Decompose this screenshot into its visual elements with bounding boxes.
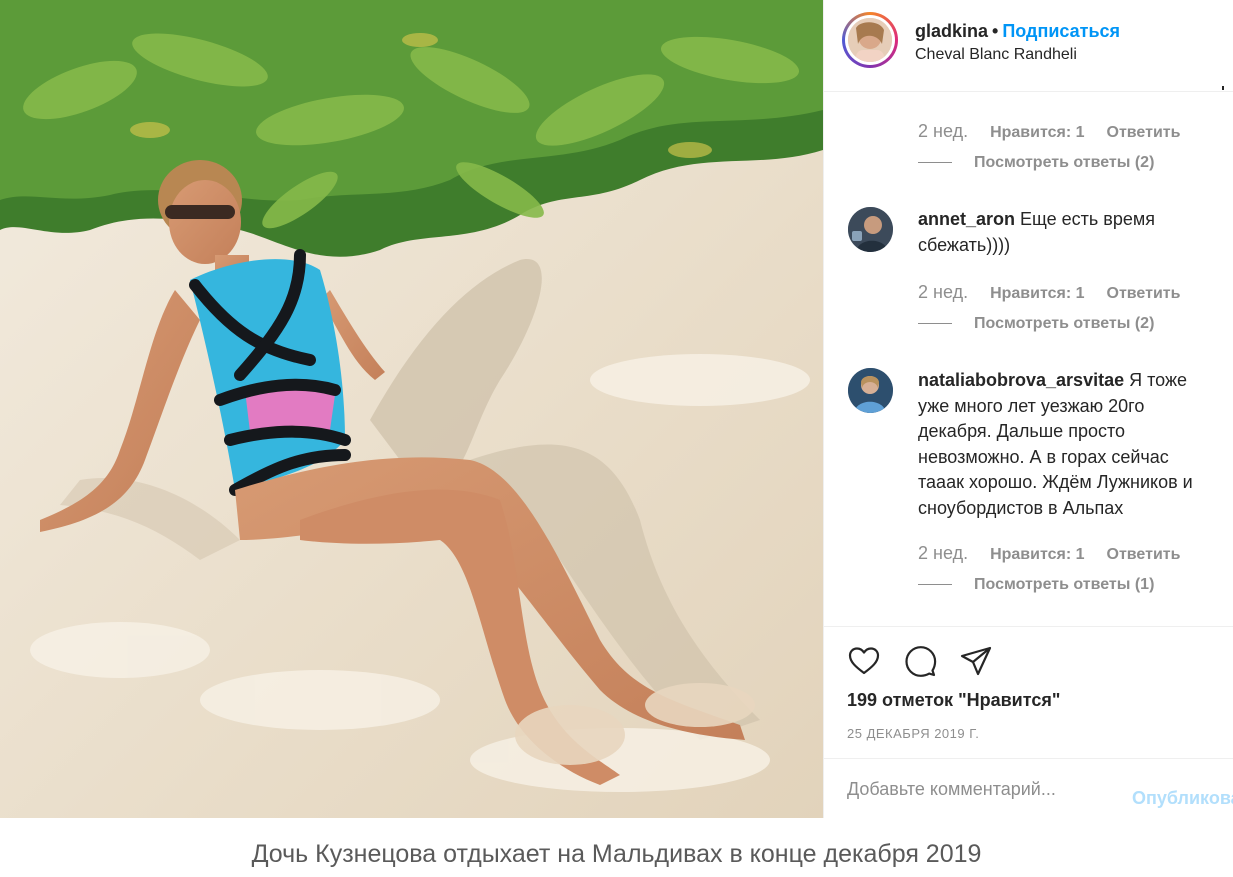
- view-replies-label: Посмотреть ответы (2): [974, 315, 1155, 332]
- comment-text-block: nataliabobrova_arsvitae Я тоже уже много …: [918, 368, 1218, 521]
- header-separator: •: [992, 21, 999, 41]
- share-button[interactable]: [958, 643, 994, 679]
- share-icon: [960, 646, 992, 676]
- post-date[interactable]: 25 ДЕКАБРЯ 2019 Г.: [847, 726, 979, 741]
- post-photo[interactable]: [0, 0, 823, 818]
- commenter-username[interactable]: nataliabobrova_arsvitae: [918, 370, 1124, 390]
- like-button[interactable]: [846, 643, 882, 679]
- more-options-icon[interactable]: [1220, 80, 1226, 90]
- heart-icon: [848, 647, 880, 675]
- author-avatar[interactable]: [842, 12, 898, 68]
- likes-count[interactable]: 199 отметок "Нравится": [847, 690, 1060, 711]
- comment-meta: 2 нед. Нравится: 1 Ответить: [918, 121, 1202, 142]
- comment-likes[interactable]: Нравится: 1: [990, 124, 1084, 142]
- view-replies-button[interactable]: Посмотреть ответы (2): [918, 154, 1154, 172]
- comment-icon: [905, 646, 937, 677]
- view-replies-label: Посмотреть ответы (1): [974, 576, 1155, 593]
- commenter-avatar-image: [848, 368, 893, 413]
- commenter-avatar-image: [848, 207, 893, 252]
- view-replies-label: Посмотреть ответы (2): [974, 154, 1155, 171]
- publish-button[interactable]: Опубликовать: [1132, 788, 1233, 809]
- comment-likes[interactable]: Нравится: 1: [990, 285, 1084, 303]
- comment-meta: 2 нед. Нравится: 1 Ответить: [918, 282, 1202, 303]
- author-username[interactable]: gladkina: [915, 21, 988, 41]
- comment-body: Я тоже уже много лет уезжаю 20го декабря…: [918, 370, 1193, 518]
- replies-dash: [918, 162, 952, 164]
- commenter-avatar[interactable]: [848, 368, 893, 413]
- comment-time: 2 нед.: [918, 121, 969, 141]
- post-sidebar: gladkina • Подписаться Cheval Blanc Randhe…: [823, 0, 1233, 818]
- comment-meta: 2 нед. Нравится: 1 Ответить: [918, 543, 1202, 564]
- commenter-username[interactable]: annet_aron: [918, 209, 1015, 229]
- comment-text-block: annet_aron Еще есть время сбежать)))): [918, 207, 1218, 258]
- reply-button[interactable]: Ответить: [1107, 124, 1181, 142]
- comment-likes[interactable]: Нравится: 1: [990, 546, 1084, 564]
- photo-caption: Дочь Кузнецова отдыхает на Мальдивах в к…: [251, 840, 982, 868]
- comment-item: nataliabobrova_arsvitae Я тоже уже много …: [848, 368, 1228, 528]
- post-actions: 199 отметок "Нравится" 25 ДЕКАБРЯ 2019 Г…: [824, 626, 1233, 758]
- replies-dash: [918, 584, 952, 586]
- reply-button[interactable]: Ответить: [1107, 546, 1181, 564]
- comment-button[interactable]: [902, 643, 938, 679]
- add-comment-input[interactable]: [824, 759, 1114, 818]
- comment-time: 2 нед.: [918, 282, 969, 302]
- replies-dash: [918, 323, 952, 325]
- add-comment-bar: Опубликовать: [824, 758, 1233, 818]
- post-header: gladkina • Подписаться Cheval Blanc Randhe…: [824, 0, 1233, 92]
- view-replies-button[interactable]: Посмотреть ответы (1): [918, 576, 1154, 594]
- view-replies-button[interactable]: Посмотреть ответы (2): [918, 315, 1154, 333]
- comment-time: 2 нед.: [918, 543, 969, 563]
- reply-button[interactable]: Ответить: [1107, 285, 1181, 303]
- commenter-avatar[interactable]: [848, 207, 893, 252]
- comments-list[interactable]: 2 нед. Нравится: 1 Ответить Посмотреть отв…: [824, 93, 1233, 625]
- author-avatar-image: [848, 18, 892, 62]
- follow-button[interactable]: Подписаться: [1002, 21, 1120, 41]
- beach-photo-image: [0, 0, 823, 818]
- comment-item: annet_aron Еще есть время сбежать)))): [848, 207, 1228, 267]
- post-location[interactable]: Cheval Blanc Randheli: [915, 46, 1077, 64]
